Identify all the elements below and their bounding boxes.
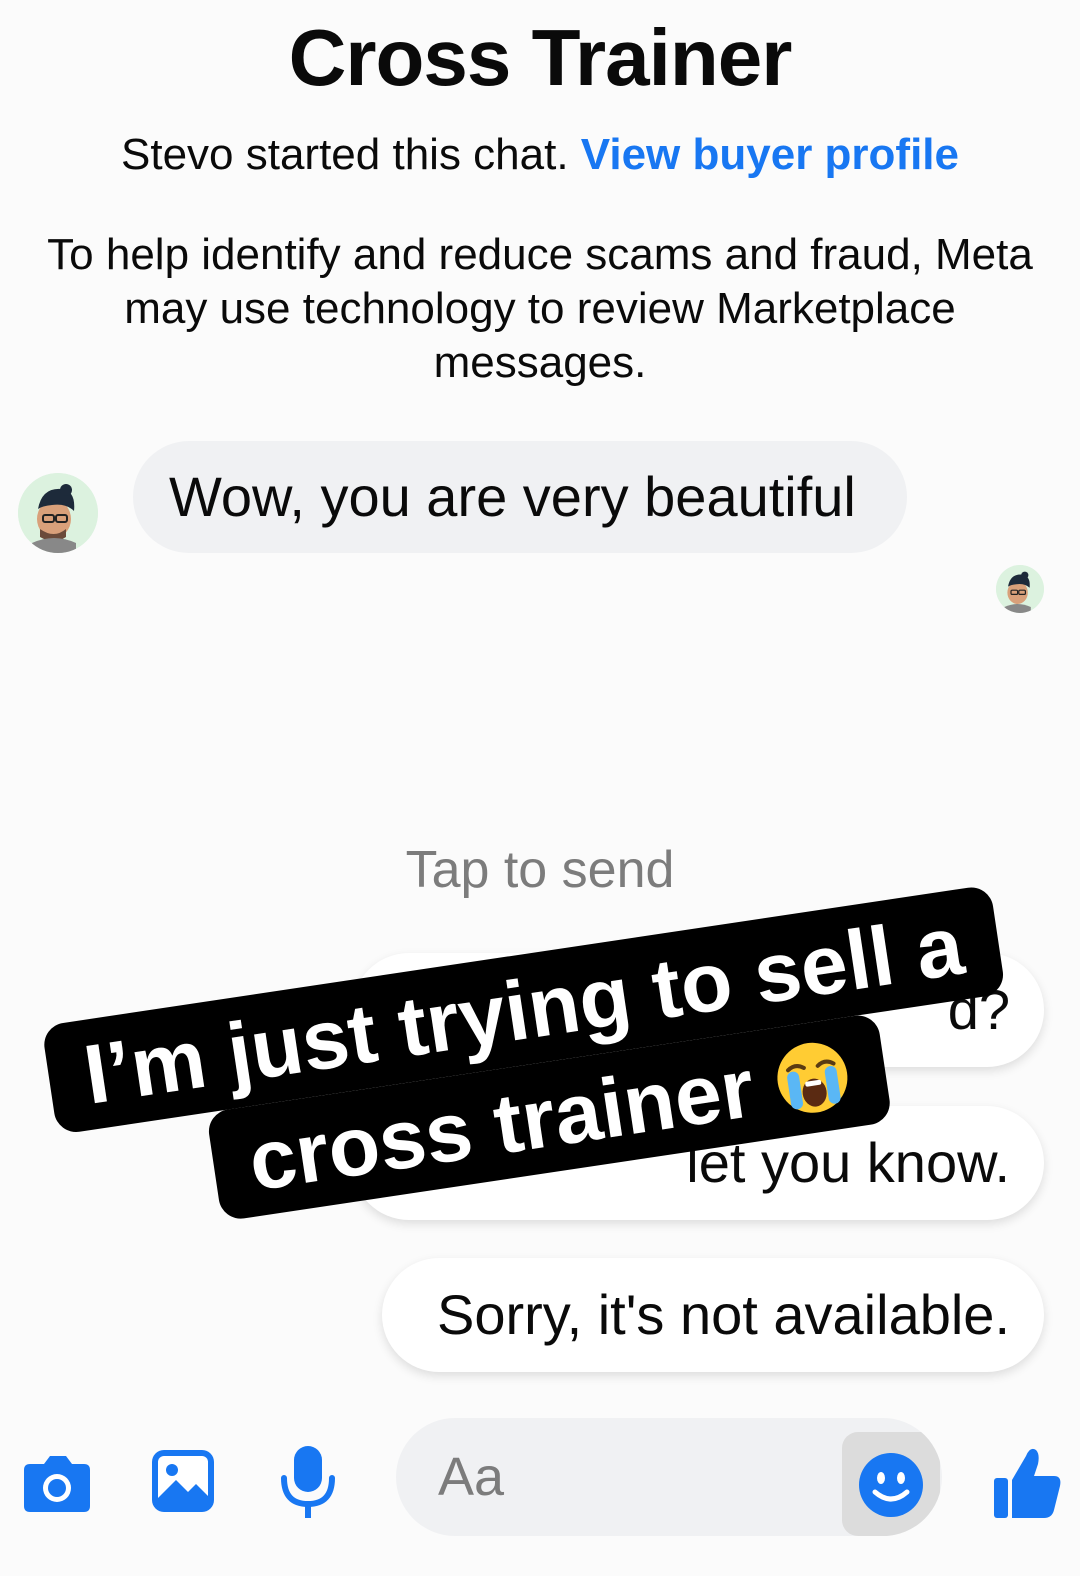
incoming-message-bubble[interactable]: Wow, you are very beautiful <box>133 441 907 553</box>
message-input-placeholder: Aa <box>438 1447 505 1507</box>
quick-reply-button[interactable]: d? <box>352 953 1044 1067</box>
safety-notice: To help identify and reduce scams and fr… <box>47 230 1033 387</box>
seen-indicator-avatar <box>996 565 1044 613</box>
quick-reply-button[interactable]: let you know. <box>352 1106 1044 1220</box>
view-buyer-profile-link[interactable]: View buyer profile <box>581 130 959 179</box>
smiley-icon[interactable] <box>842 1432 940 1536</box>
quick-reply-button[interactable]: Sorry, it's not available. <box>382 1258 1044 1372</box>
message-composer: Aa <box>0 1410 1080 1550</box>
thumbs-up-icon[interactable] <box>990 1444 1064 1520</box>
camera-icon[interactable] <box>22 1452 92 1514</box>
chat-screen: Cross Trainer Stevo started this chat. V… <box>0 0 1080 1576</box>
listing-title: Cross Trainer <box>288 13 793 102</box>
microphone-icon[interactable] <box>280 1444 336 1520</box>
tap-to-send-hint: Tap to send <box>405 841 675 899</box>
buyer-avatar[interactable] <box>18 473 98 553</box>
gallery-icon[interactable] <box>150 1448 216 1514</box>
chat-started-line: Stevo started this chat. View buyer prof… <box>0 130 1080 180</box>
chat-started-text: Stevo started this chat. <box>121 130 569 179</box>
message-input[interactable]: Aa <box>396 1418 942 1536</box>
